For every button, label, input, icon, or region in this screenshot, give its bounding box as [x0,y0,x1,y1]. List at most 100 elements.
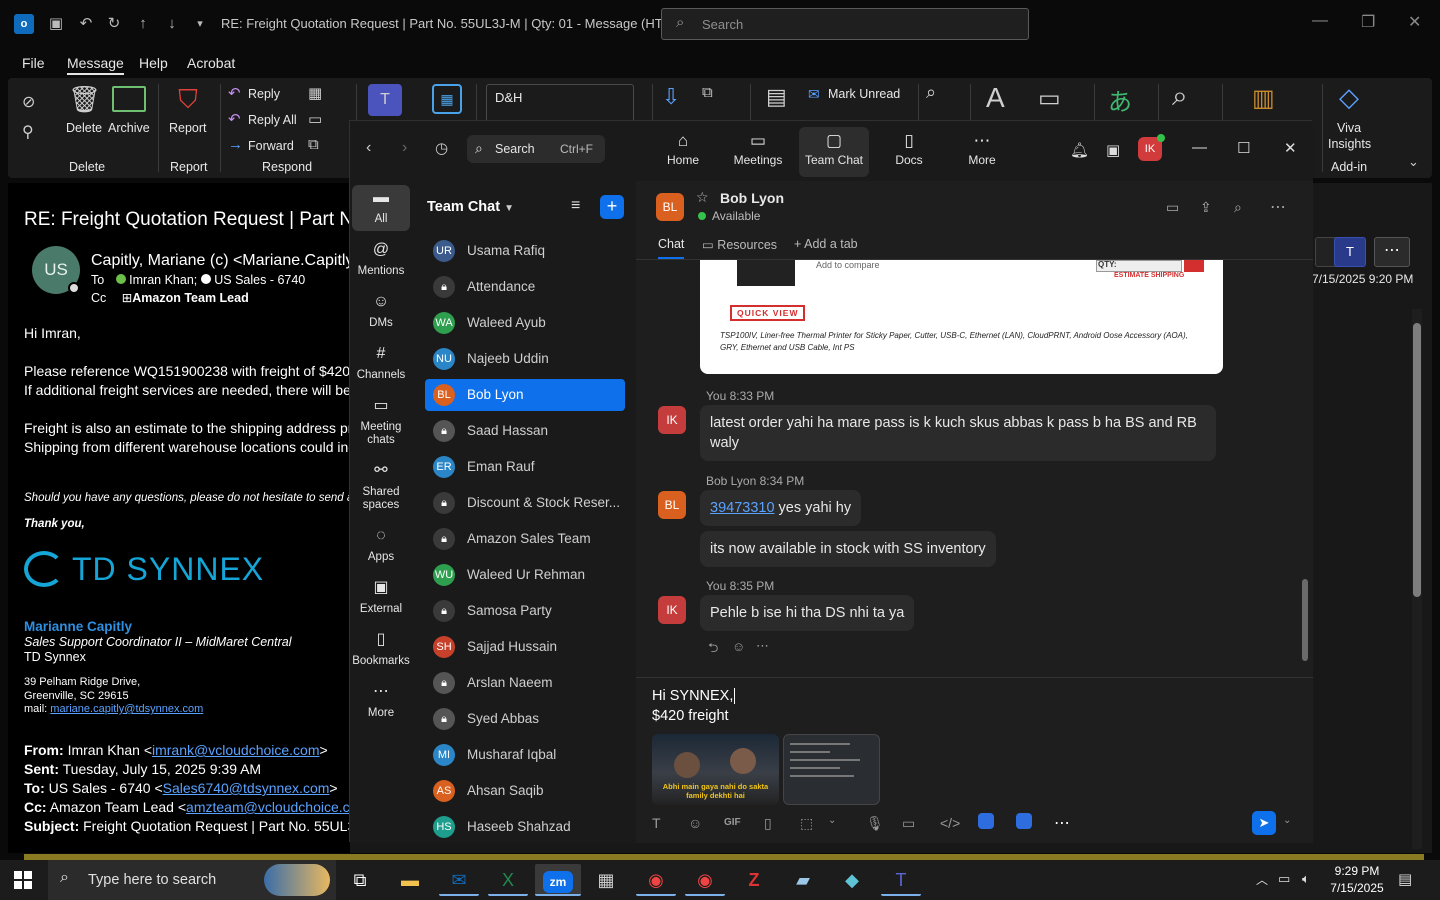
rail-bookmarks[interactable]: ▯ Bookmarks [352,632,410,668]
apps-icon[interactable]: ▦ [432,84,462,114]
cart-icon[interactable] [1184,260,1204,272]
chat-list-item[interactable]: WA Waleed Ayub [425,307,625,339]
search-chat-icon[interactable]: ⌕ [1234,199,1242,216]
chat-list-item[interactable]: UR Usama Rafiq [425,235,625,267]
tab-team-chat[interactable]: ▢ Team Chat [799,127,869,177]
message-bubble[interactable]: its now available in stock with SS inven… [700,531,996,567]
minimize-icon[interactable]: — [1312,12,1328,30]
ribbon-collapse-icon[interactable]: ⌄ [1408,154,1419,170]
taskbar-search[interactable]: ⌕ Type here to search [48,860,336,900]
show-hidden-icons[interactable]: ︿ [1256,871,1268,888]
emoji-icon[interactable]: ☺ [688,815,702,831]
rail-dms[interactable]: ☺ DMs [352,294,410,330]
chrome-profile-taskbar-icon[interactable]: ◉ [685,864,725,896]
orig-from-email[interactable]: imrank@vcloudchoice.com [152,742,320,758]
report-button[interactable]: Report [169,121,207,135]
reply-button[interactable]: Reply [248,87,280,101]
chat-list-item[interactable]: BL Bob Lyon [425,379,625,411]
signature-email-link[interactable]: mariane.capitly@tdsynnex.com [50,703,203,715]
send-button[interactable]: ➤ [1252,811,1276,835]
reaction-icon[interactable]: ☺ [732,639,745,654]
chat-list-item[interactable]: 🔒︎ Arslan Naeem [425,667,625,699]
app-icon[interactable]: ◆ [832,864,872,896]
zoom-close-icon[interactable]: ✕ [1284,139,1297,157]
zoom-search-input[interactable]: ⌕ Search Ctrl+F [467,135,605,163]
expand-group-icon[interactable]: ⊞ [122,291,132,305]
tab-add[interactable]: + Add a tab [794,237,858,251]
quick-view-button[interactable]: QUICK VIEW [730,305,806,321]
network-icon[interactable]: ▭ [1278,871,1290,887]
chat-list-item[interactable]: HS Haseeb Shahzad [425,811,625,843]
read-aloud-icon[interactable]: A [986,82,1005,114]
attachment-photo[interactable]: Abhi main gaya nahi do sakta family dekh… [652,734,779,805]
attachment-screenshot[interactable] [783,734,880,805]
forward-icon[interactable]: › [402,139,407,157]
down-arrow-icon[interactable]: ↓ [162,14,182,34]
teams-taskbar-icon[interactable]: T [881,864,921,896]
gif-icon[interactable]: GIF [724,817,741,828]
chat-list-item[interactable]: MI Musharaf Iqbal [425,739,625,771]
forward-button[interactable]: Forward [248,139,294,153]
message-more-icon[interactable]: ⋯ [756,638,769,654]
quick-steps-box[interactable]: D&H [486,84,634,124]
im-icon[interactable]: ▭ [308,110,322,128]
mail-scroll-thumb[interactable] [1413,323,1421,597]
reply-all-button[interactable]: Reply All [248,113,297,127]
notepad-icon[interactable]: ▰ [783,864,823,896]
rail-meeting-chats[interactable]: ▭ Meeting chats [352,398,410,447]
immersive-reader-icon[interactable]: ▭ [1038,84,1061,113]
menu-message[interactable]: Message [67,55,124,75]
redo-icon[interactable]: ↻ [104,14,124,34]
format-text-icon[interactable]: T [652,815,661,831]
chat-list-item[interactable]: 🔒︎ Syed Abbas [425,703,625,735]
chat-list-item[interactable]: 🔒︎ Discount & Stock Reser... [425,487,625,519]
menu-acrobat[interactable]: Acrobat [187,55,235,71]
rail-channels[interactable]: # Channels [352,346,410,382]
tab-home[interactable]: ⌂ Home [648,131,718,167]
recipient-imran[interactable]: Imran Khan; [129,273,197,287]
restore-icon[interactable]: ❐ [1361,12,1375,32]
save-icon[interactable]: ▣ [46,14,66,34]
order-number-link[interactable]: 39473310 [710,500,775,516]
calendar-icon[interactable]: ▣ [1106,141,1120,159]
back-icon[interactable]: ‹ [366,139,371,157]
ignore-icon[interactable]: ⊘ [22,92,35,112]
rail-apps[interactable]: ◌ Apps [352,528,410,564]
screenshot-dropdown-icon[interactable]: ⌄ [828,815,836,826]
chat-list-item[interactable]: ER Eman Rauf [425,451,625,483]
new-chat-button[interactable]: + [600,195,624,219]
app-integration-icon[interactable] [978,813,994,829]
tab-more[interactable]: ⋯ More [947,131,1017,167]
archive-icon[interactable] [112,86,146,112]
tab-docs[interactable]: ▯ Docs [874,131,944,167]
chrome-taskbar-icon[interactable]: ◉ [636,864,676,896]
rail-all[interactable]: ▬ All [352,185,410,231]
notification-bell-icon[interactable]: 🔔︎ [1070,141,1089,159]
composer-line-1[interactable]: Hi SYNNEX, [652,688,736,704]
chat-list-item[interactable]: 🔒︎ Attendance [425,271,625,303]
chat-more-icon[interactable]: ⋯ [1270,197,1286,217]
system-clock[interactable]: 9:29 PM 7/15/2025 [1322,863,1392,897]
translate-icon[interactable]: あ [1108,82,1132,117]
quick-step-dh[interactable]: D&H [495,90,522,105]
mail-scrollbar[interactable] [1412,309,1422,849]
zoom-taskbar-icon[interactable]: zm [535,864,581,896]
chat-list-item[interactable]: 🔒︎ Amazon Sales Team [425,523,625,555]
file-explorer-icon[interactable]: ▬ [390,864,430,896]
outlook-search-input[interactable]: ⌕ Search [661,8,1029,40]
recipient-amazon-team-lead[interactable]: Amazon Team Lead [132,291,248,305]
code-icon[interactable]: </> [940,815,960,831]
composer-more-icon[interactable]: ⋯ [1054,813,1070,833]
filter-icon[interactable]: ≡ [571,197,580,215]
calculator-icon[interactable]: ▦ [586,864,626,896]
insights-chart-icon[interactable]: ▥ [1252,84,1275,113]
chat-list-item[interactable]: NU Najeeb Uddin [425,343,625,375]
teams-share-icon[interactable]: T [368,84,402,116]
rail-mentions[interactable]: @ Mentions [352,242,410,278]
outlook-taskbar-icon[interactable]: ✉ [439,864,479,896]
orig-cc-email[interactable]: amzteam@vcloudchoice.com [186,799,350,815]
meeting-icon[interactable]: ▦ [308,84,322,102]
chat-list-item[interactable]: 🔒︎ Samosa Party [425,595,625,627]
mark-unread-button[interactable]: Mark Unread [828,87,900,101]
add-to-compare[interactable]: Add to compare [816,260,880,270]
